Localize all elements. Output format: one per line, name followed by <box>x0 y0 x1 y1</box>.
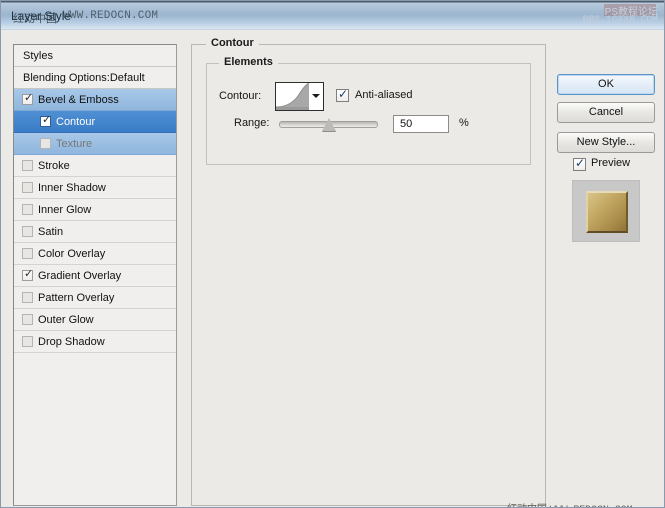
style-label-drop-shadow: Drop Shadow <box>38 336 105 348</box>
checkbox-texture[interactable] <box>40 138 51 149</box>
check-mark-icon: ✓ <box>24 268 34 280</box>
style-label-pattern-overlay: Pattern Overlay <box>38 292 115 304</box>
style-preview-thumbnail <box>572 180 640 242</box>
style-label-contour: Contour <box>56 116 96 128</box>
style-label-bevel-emboss: Bevel & Emboss <box>38 94 119 106</box>
style-row-drop-shadow[interactable]: Drop Shadow <box>14 331 176 353</box>
style-label-outer-glow: Outer Glow <box>38 314 94 326</box>
style-row-color-overlay[interactable]: Color Overlay <box>14 243 176 265</box>
checkbox-color-overlay[interactable] <box>22 248 33 259</box>
checkbox-inner-glow[interactable] <box>22 204 33 215</box>
style-label-inner-glow: Inner Glow <box>38 204 92 216</box>
checkbox-outer-glow[interactable] <box>22 314 33 325</box>
style-row-outer-glow[interactable]: Outer Glow <box>14 309 176 331</box>
style-label-inner-shadow: Inner Shadow <box>38 182 106 194</box>
elements-group-title: Elements <box>219 56 278 68</box>
style-label-gradient-overlay: Gradient Overlay <box>38 270 122 282</box>
style-label-stroke: Stroke <box>38 160 70 172</box>
check-mark-icon: ✓ <box>24 92 34 104</box>
elements-group: Elements Contour: ✓ Anti-aliased Range: … <box>206 56 531 165</box>
style-label-texture: Texture <box>56 138 93 150</box>
dialog-titlebar[interactable]: Layer Style 红动中国 WWW.REDOCN.COM PS教程论坛 B… <box>1 1 664 30</box>
checkbox-pattern-overlay[interactable] <box>22 292 33 303</box>
styles-list-panel: Styles Blending Options:Default ✓ Bevel … <box>13 44 177 506</box>
style-row-pattern-overlay[interactable]: Pattern Overlay <box>14 287 176 309</box>
style-label-satin: Satin <box>38 226 64 238</box>
check-mark-icon: ✓ <box>338 87 349 101</box>
range-slider-thumb[interactable] <box>322 118 336 131</box>
contour-dropdown-arrow-area[interactable] <box>309 83 323 110</box>
watermark-bottom: 红动中国 WWW.REDOCN.COM <box>507 500 633 507</box>
anti-aliased-checkbox[interactable]: ✓ <box>336 87 349 102</box>
new-style-button[interactable]: New Style... <box>557 132 655 153</box>
style-row-contour[interactable]: ✓ Contour <box>14 111 176 133</box>
range-label: Range: <box>234 117 270 129</box>
range-value-input[interactable]: 50 <box>393 115 449 133</box>
check-mark-icon: ✓ <box>42 114 52 126</box>
style-row-inner-shadow[interactable]: Inner Shadow <box>14 177 176 199</box>
chevron-down-icon <box>312 94 320 98</box>
checkbox-stroke[interactable] <box>22 160 33 171</box>
dialog-body: Styles Blending Options:Default ✓ Bevel … <box>1 30 664 507</box>
style-row-bevel-emboss[interactable]: ✓ Bevel & Emboss <box>14 89 176 111</box>
style-row-satin[interactable]: Satin <box>14 221 176 243</box>
contour-group-title: Contour <box>206 37 259 49</box>
contour-settings-group: Contour Elements Contour: ✓ Anti-aliased… <box>191 37 546 506</box>
styles-header-label: Styles <box>23 50 53 62</box>
watermark-title-en: WWW.REDOCN.COM <box>63 10 159 22</box>
preview-label: Preview <box>591 157 631 169</box>
checkbox-gradient-overlay[interactable]: ✓ <box>22 268 34 281</box>
anti-aliased-label: Anti-aliased <box>355 89 413 101</box>
ok-button[interactable]: OK <box>557 74 655 95</box>
style-row-stroke[interactable]: Stroke <box>14 155 176 177</box>
cancel-button[interactable]: Cancel <box>557 102 655 123</box>
preview-beveled-square <box>586 191 628 233</box>
style-label-color-overlay: Color Overlay <box>38 248 106 260</box>
range-percent-label: % <box>459 117 469 129</box>
layer-style-dialog: Layer Style 红动中国 WWW.REDOCN.COM PS教程论坛 B… <box>0 0 665 508</box>
checkbox-inner-shadow[interactable] <box>22 182 33 193</box>
contour-preset-dropdown[interactable] <box>275 82 324 111</box>
style-row-gradient-overlay[interactable]: ✓ Gradient Overlay <box>14 265 176 287</box>
style-row-texture[interactable]: Texture <box>14 133 176 155</box>
contour-curve-thumbnail <box>276 83 309 110</box>
watermark-bottom-cn: 红动中国 <box>507 504 547 507</box>
checkbox-contour[interactable]: ✓ <box>40 114 52 127</box>
checkbox-drop-shadow[interactable] <box>22 336 33 347</box>
watermark-title-cn: 红动中国 <box>13 13 57 25</box>
preview-checkbox[interactable]: ✓ <box>573 156 586 171</box>
blending-options-label: Blending Options:Default <box>23 72 145 84</box>
contour-field-label: Contour: <box>219 90 262 102</box>
blending-options-row[interactable]: Blending Options:Default <box>14 67 176 89</box>
styles-list-header: Styles <box>14 45 176 67</box>
checkbox-satin[interactable] <box>22 226 33 237</box>
check-mark-icon: ✓ <box>575 156 586 170</box>
style-row-inner-glow[interactable]: Inner Glow <box>14 199 176 221</box>
checkbox-bevel-emboss[interactable]: ✓ <box>22 92 34 105</box>
watermark-top-right-en: BBS.16XX8.COM <box>582 15 659 26</box>
